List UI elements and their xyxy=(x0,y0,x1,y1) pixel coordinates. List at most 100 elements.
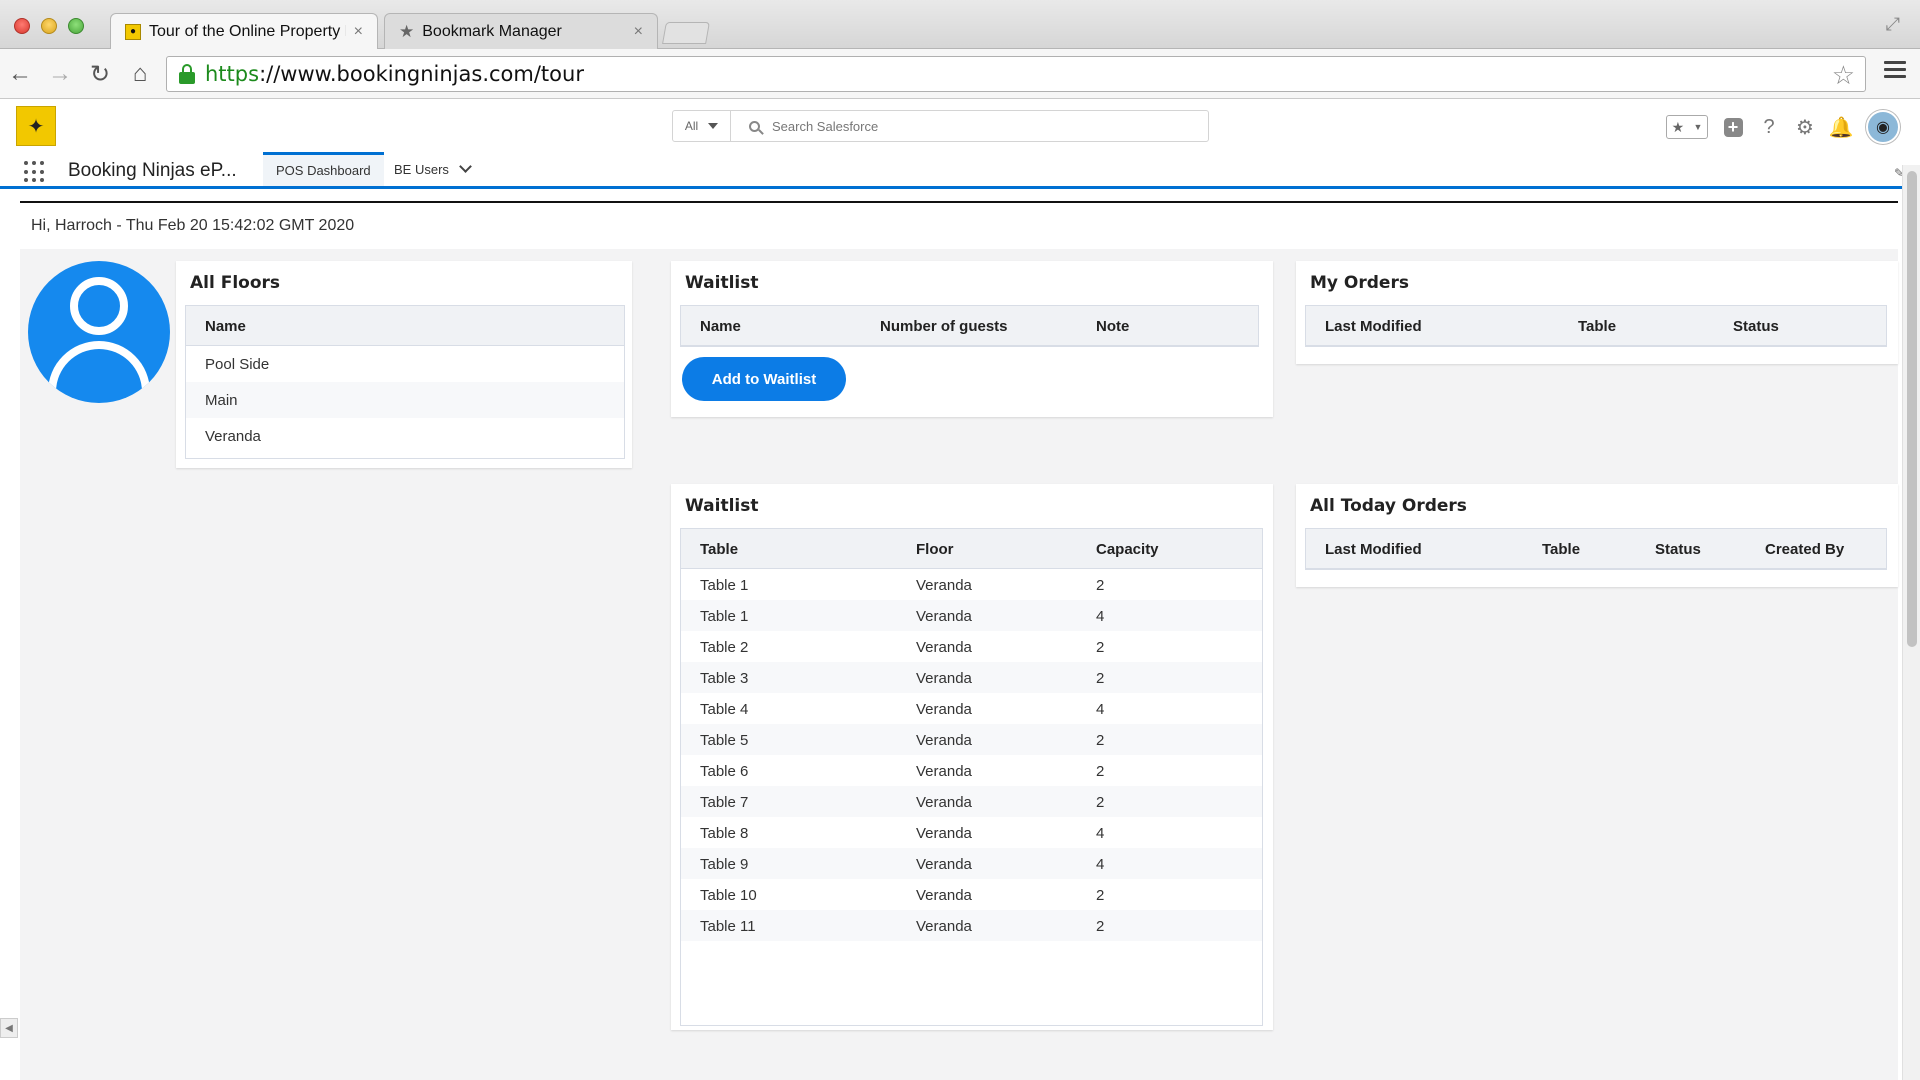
scrollbar-thumb[interactable] xyxy=(1907,171,1917,647)
table-row[interactable]: Table 7 Veranda 2 xyxy=(681,786,1262,817)
add-to-waitlist-button[interactable]: Add to Waitlist xyxy=(682,357,846,401)
new-tab-button[interactable] xyxy=(662,22,710,44)
today-orders-card: All Today Orders Last Modified Table Sta… xyxy=(1296,484,1898,587)
column-header: Status xyxy=(1733,318,1779,335)
waitlist-table: Name Number of guests Note xyxy=(680,305,1259,347)
close-window-button[interactable] xyxy=(14,18,30,34)
back-arrow-icon[interactable]: ← xyxy=(4,58,36,90)
table-row[interactable]: Table 1 Veranda 4 xyxy=(681,600,1262,631)
table-cell: Veranda xyxy=(916,701,972,718)
column-header: Status xyxy=(1655,541,1701,558)
column-header-name: Name xyxy=(205,318,246,335)
table-row[interactable]: Table 8 Veranda 4 xyxy=(681,817,1262,848)
table-row[interactable]: Table 11 Veranda 2 xyxy=(681,910,1262,941)
tab-title: Tour of the Online Property Ma xyxy=(149,22,346,40)
tab-be-users[interactable]: BE Users xyxy=(381,152,483,186)
table-row[interactable]: Table 4 Veranda 4 xyxy=(681,693,1262,724)
table-cell: Veranda xyxy=(916,887,972,904)
app-header: ✦ All Search Salesforce ★ ▼ + ? ⚙ 🔔 ◉ xyxy=(0,100,1920,152)
table-row[interactable]: Table 2 Veranda 2 xyxy=(681,631,1262,662)
close-tab-icon[interactable]: × xyxy=(634,23,643,41)
table-row[interactable]: Table 6 Veranda 2 xyxy=(681,755,1262,786)
table-row[interactable]: Table 9 Veranda 4 xyxy=(681,848,1262,879)
table-cell: Table 4 xyxy=(700,701,749,718)
column-header: Floor xyxy=(916,541,954,558)
search-scope-label: All xyxy=(684,119,699,133)
tables-table: Table Floor Capacity Table 1 Veranda 2 Tabl… xyxy=(680,528,1263,1026)
app-launcher-icon[interactable] xyxy=(24,161,46,183)
table-cell: 2 xyxy=(1096,639,1105,656)
setup-gear-icon[interactable]: ⚙ xyxy=(1794,116,1816,139)
card-title: All Floors xyxy=(190,273,281,293)
tab-label: BE Users xyxy=(394,161,449,177)
global-actions-icon[interactable]: + xyxy=(1722,116,1744,138)
my-orders-table: Last Modified Table Status xyxy=(1305,305,1887,347)
search-scope-dropdown[interactable]: All xyxy=(673,111,731,141)
global-search: All Search Salesforce xyxy=(672,110,1209,142)
column-header: Capacity xyxy=(1096,541,1159,558)
table-row[interactable]: Table 1 Veranda 2 xyxy=(681,569,1262,600)
table-cell: Veranda xyxy=(916,856,972,873)
table-header: Table Floor Capacity xyxy=(681,529,1262,569)
search-placeholder: Search Salesforce xyxy=(772,118,879,134)
column-header: Name xyxy=(700,318,741,335)
floors-table: Name Pool Side Main Veranda xyxy=(185,305,625,459)
forward-arrow-icon[interactable]: → xyxy=(44,58,76,90)
table-cell: Veranda xyxy=(916,825,972,842)
table-cell: 4 xyxy=(1096,825,1105,842)
table-cell: Table 6 xyxy=(700,763,749,780)
column-header: Last Modified xyxy=(1325,318,1422,335)
floor-row[interactable]: Pool Side xyxy=(186,346,624,382)
reload-icon[interactable]: ↻ xyxy=(84,58,116,90)
home-icon[interactable]: ⌂ xyxy=(124,58,156,90)
column-header: Number of guests xyxy=(880,318,1008,335)
my-orders-card: My Orders Last Modified Table Status xyxy=(1296,261,1898,364)
floor-row[interactable]: Main xyxy=(186,382,624,418)
table-row[interactable]: Table 10 Veranda 2 xyxy=(681,879,1262,910)
favorites-button[interactable]: ★ ▼ xyxy=(1666,115,1708,139)
close-tab-icon[interactable]: × xyxy=(354,23,363,41)
table-cell: 4 xyxy=(1096,856,1105,873)
table-cell: Veranda xyxy=(916,732,972,749)
fullscreen-icon[interactable]: ⤢ xyxy=(1886,14,1900,35)
address-bar[interactable]: https://www.bookingninjas.com/tour ☆ xyxy=(166,56,1866,92)
table-row[interactable]: Table 5 Veranda 2 xyxy=(681,724,1262,755)
browser-toolbar: ← → ↻ ⌂ https://www.bookingninjas.com/to… xyxy=(0,49,1920,99)
browser-menu-icon[interactable] xyxy=(1884,61,1906,82)
tab-pos-dashboard[interactable]: POS Dashboard xyxy=(263,152,384,186)
table-cell: Table 7 xyxy=(700,794,749,811)
table-cell: Veranda xyxy=(916,639,972,656)
table-cell: Table 10 xyxy=(700,887,757,904)
table-cell: 2 xyxy=(1096,732,1105,749)
ninja-favicon-icon: ● xyxy=(125,23,141,40)
table-cell: 2 xyxy=(1096,887,1105,904)
caret-down-icon: ▼ xyxy=(1693,122,1703,132)
greeting-bar: Hi, Harroch - Thu Feb 20 15:42:02 GMT 20… xyxy=(20,203,1898,249)
tables-body: Table 1 Veranda 2 Table 1 Veranda 4 Table 2 Ver… xyxy=(681,569,1262,941)
zoom-window-button[interactable] xyxy=(68,18,84,34)
table-cell: Veranda xyxy=(916,794,972,811)
scroll-left-arrow-icon[interactable]: ◀ xyxy=(0,1018,18,1038)
chevron-down-icon[interactable] xyxy=(459,160,472,173)
minimize-window-button[interactable] xyxy=(41,18,57,34)
table-cell: Table 3 xyxy=(700,670,749,687)
card-title: My Orders xyxy=(1310,273,1409,293)
floor-row[interactable]: Veranda xyxy=(186,418,624,454)
column-header: Created By xyxy=(1765,541,1845,558)
browser-tab-tour[interactable]: ● Tour of the Online Property Ma × xyxy=(110,13,378,49)
table-row[interactable]: Table 3 Veranda 2 xyxy=(681,662,1262,693)
booking-ninjas-logo[interactable]: ✦ xyxy=(16,106,56,146)
table-cell: Veranda xyxy=(916,670,972,687)
vertical-scrollbar[interactable] xyxy=(1902,165,1920,1080)
browser-tab-bookmarks[interactable]: ★ Bookmark Manager × xyxy=(384,13,658,49)
notifications-bell-icon[interactable]: 🔔 xyxy=(1829,116,1854,139)
user-avatar[interactable]: ◉ xyxy=(1866,110,1900,144)
bookmark-star-icon[interactable]: ☆ xyxy=(1832,60,1855,91)
table-cell: Veranda xyxy=(916,763,972,780)
tables-card: Waitlist Table Floor Capacity Table 1 Ver… xyxy=(671,484,1273,1030)
table-cell: 2 xyxy=(1096,763,1105,780)
star-icon: ★ xyxy=(399,21,415,41)
help-icon[interactable]: ? xyxy=(1758,116,1780,138)
star-icon: ★ xyxy=(1671,118,1685,135)
search-input[interactable]: Search Salesforce xyxy=(731,111,1208,141)
